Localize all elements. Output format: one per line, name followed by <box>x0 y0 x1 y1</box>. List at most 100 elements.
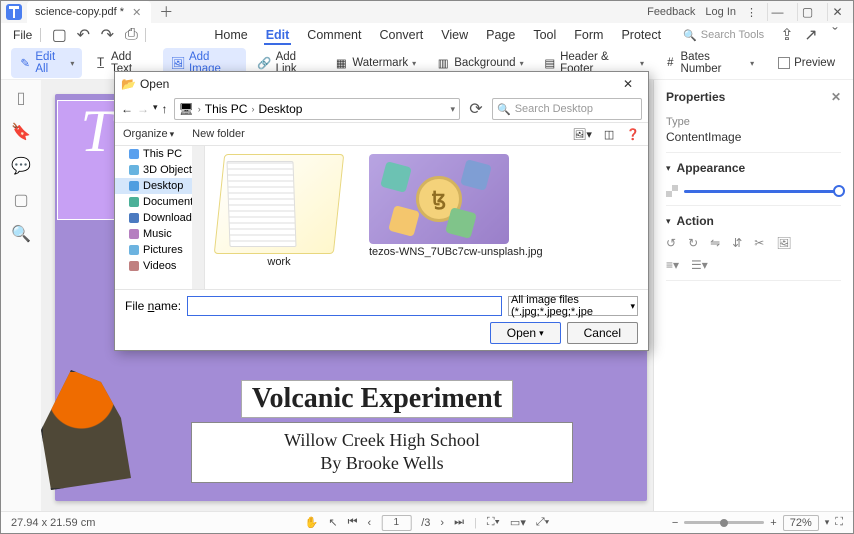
flip-v-icon[interactable]: ⇵ <box>732 236 742 250</box>
tab-tool[interactable]: Tool <box>531 26 558 45</box>
tab-form[interactable]: Form <box>572 26 605 45</box>
tab-view[interactable]: View <box>439 26 470 45</box>
dialog-search-input[interactable]: 🔍 Search Desktop <box>492 98 642 120</box>
flip-h-icon[interactable]: ⇋ <box>710 236 720 250</box>
collapse-caret-icon[interactable]: ▾ <box>666 216 671 227</box>
tab-comment[interactable]: Comment <box>305 26 363 45</box>
zoom-value[interactable]: 72% <box>783 515 819 531</box>
file-filter-select[interactable]: All image files (*.jpg;*.jpeg;*.jpe ▾ <box>508 296 638 316</box>
watermark-button[interactable]: ▦ Watermark▾ <box>326 53 424 73</box>
maximize-button[interactable]: ▢ <box>797 3 817 21</box>
tab-convert[interactable]: Convert <box>377 26 425 45</box>
nav-up-icon[interactable]: ↑ <box>162 102 168 116</box>
open-button[interactable]: Open▾ <box>490 322 561 344</box>
login-link[interactable]: Log In <box>705 6 736 18</box>
nav-this-pc[interactable]: This PC <box>115 146 204 162</box>
dialog-close-button[interactable]: ✕ <box>614 77 642 91</box>
nav-scrollbar[interactable] <box>192 146 204 289</box>
kebab-menu-icon[interactable]: ⋮ <box>746 6 757 19</box>
refresh-icon[interactable]: ⟳ <box>466 99 486 119</box>
close-tab-icon[interactable]: ✕ <box>132 6 141 19</box>
bookmarks-icon[interactable]: 🔖 <box>11 122 31 142</box>
prev-page-icon[interactable]: ‹ <box>368 517 372 529</box>
document-tab[interactable]: science-copy.pdf * ✕ <box>27 1 151 23</box>
popout-icon[interactable]: ↗ <box>799 25 823 45</box>
align-menu-icon[interactable]: ≡▾ <box>666 258 679 272</box>
fullscreen-icon[interactable]: ⤢▾ <box>536 516 549 529</box>
new-tab-button[interactable]: ＋ <box>151 2 181 22</box>
path-breadcrumb[interactable]: 🖥 › This PC › Desktop ▾ <box>174 98 460 120</box>
zoom-in-icon[interactable]: + <box>770 517 776 529</box>
zoom-slider[interactable] <box>684 521 764 524</box>
share-icon[interactable]: ⇪ <box>775 25 799 45</box>
nav-back-icon[interactable]: ← <box>121 102 133 116</box>
breadcrumb-dropdown-icon[interactable]: ▾ <box>450 104 455 115</box>
preview-pane-icon[interactable]: ◫ <box>604 128 614 141</box>
hand-tool-icon[interactable]: ✋ <box>305 516 319 529</box>
close-window-button[interactable]: ✕ <box>827 3 847 21</box>
search-pane-icon[interactable]: 🔍 <box>11 224 31 244</box>
nav-3d-objects[interactable]: 3D Objects <box>115 162 204 178</box>
next-page-icon[interactable]: › <box>440 517 444 529</box>
background-button[interactable]: ▥ Background▾ <box>428 53 531 73</box>
crop-icon[interactable]: ✂ <box>754 236 764 250</box>
nav-videos[interactable]: Videos <box>115 258 204 274</box>
view-mode-icon[interactable]: 🖼▾ <box>572 128 592 141</box>
bates-number-button[interactable]: # Bates Number▾ <box>656 48 762 78</box>
breadcrumb-root[interactable]: This PC <box>205 102 248 116</box>
opacity-slider[interactable] <box>684 190 841 193</box>
redo-icon[interactable]: ↷ <box>95 25 119 45</box>
zoom-caret-icon[interactable]: ▾ <box>825 517 830 528</box>
first-page-icon[interactable]: ⏮ <box>348 516 358 529</box>
search-tools-field[interactable]: 🔍 Search Tools <box>663 29 764 42</box>
print-icon[interactable]: ⎙ <box>119 25 143 45</box>
select-tool-icon[interactable]: ↖ <box>328 516 337 529</box>
comment-pane-icon[interactable]: 💬 <box>11 156 31 176</box>
nav-downloads[interactable]: Downloads <box>115 210 204 226</box>
dialog-nav-tree[interactable]: This PC 3D Objects Desktop Documents Dow… <box>115 146 205 289</box>
distribute-menu-icon[interactable]: ☰▾ <box>691 258 708 272</box>
last-page-icon[interactable]: ⏭ <box>454 516 464 529</box>
rotate-left-icon[interactable]: ↺ <box>666 236 676 250</box>
save-icon[interactable]: ▢ <box>47 25 71 45</box>
fit-width-icon[interactable]: ⛶ <box>835 516 843 529</box>
help-icon[interactable]: ❓ <box>626 128 640 141</box>
nav-forward-icon[interactable]: → <box>137 102 149 116</box>
fit-page-icon[interactable]: ⛶▾ <box>487 516 500 529</box>
file-name-input[interactable] <box>187 296 502 316</box>
nav-recent-icon[interactable]: ▾ <box>153 102 158 116</box>
nav-pictures[interactable]: Pictures <box>115 242 204 258</box>
rotate-right-icon[interactable]: ↻ <box>688 236 698 250</box>
collapse-ribbon-icon[interactable]: ˇ <box>823 25 847 45</box>
collapse-caret-icon[interactable]: ▾ <box>666 163 671 174</box>
minimize-button[interactable]: — <box>767 3 787 21</box>
attachments-icon[interactable]: ▢ <box>13 190 28 210</box>
edit-all-button[interactable]: ✎ Edit All▾ <box>11 48 82 78</box>
tab-protect[interactable]: Protect <box>619 26 663 45</box>
file-item-folder[interactable]: work <box>219 154 339 281</box>
feedback-link[interactable]: Feedback <box>647 6 695 18</box>
tab-home[interactable]: Home <box>212 26 249 45</box>
page-number-input[interactable]: 1 <box>381 515 411 531</box>
breadcrumb-leaf[interactable]: Desktop <box>258 102 302 116</box>
file-menu[interactable]: File <box>7 28 38 42</box>
nav-music[interactable]: Music <box>115 226 204 242</box>
dialog-file-grid[interactable]: work ꜩ tezos-WNS_7UBc7cw-unsplash.jpg <box>205 146 648 289</box>
close-panel-icon[interactable]: ✕ <box>831 90 841 104</box>
nav-desktop[interactable]: Desktop <box>115 178 204 194</box>
zoom-out-icon[interactable]: − <box>672 517 678 529</box>
tab-edit[interactable]: Edit <box>264 26 292 45</box>
organize-menu[interactable]: Organize <box>123 128 168 140</box>
file-item-image[interactable]: ꜩ tezos-WNS_7UBc7cw-unsplash.jpg <box>369 154 543 281</box>
main-tab-strip: Home Edit Comment Convert View Page Tool… <box>152 26 663 45</box>
properties-title: Properties ✕ <box>666 86 841 108</box>
thumbnails-icon[interactable]: ▯ <box>17 88 26 108</box>
tab-page[interactable]: Page <box>484 26 517 45</box>
undo-icon[interactable]: ↶ <box>71 25 95 45</box>
cancel-button[interactable]: Cancel <box>567 322 638 344</box>
nav-documents[interactable]: Documents <box>115 194 204 210</box>
preview-checkbox[interactable]: Preview <box>770 54 843 72</box>
replace-icon[interactable]: 🖼 <box>776 236 791 250</box>
read-mode-icon[interactable]: ▭▾ <box>510 516 526 529</box>
new-folder-button[interactable]: New folder <box>192 128 245 140</box>
